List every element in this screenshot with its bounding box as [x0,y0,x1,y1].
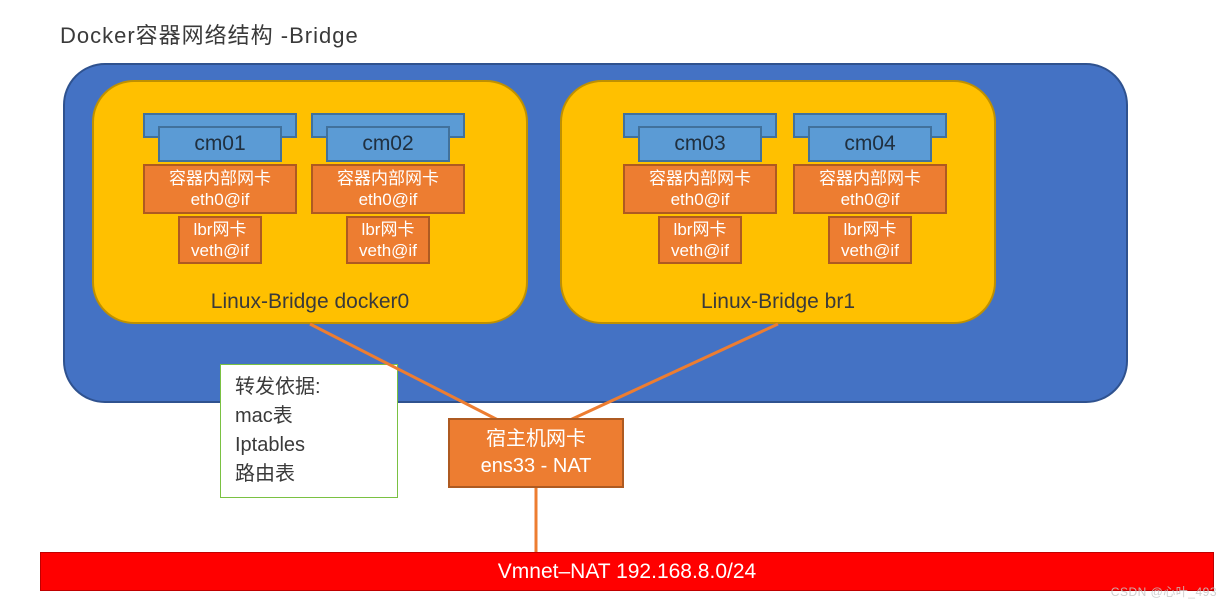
container-nic: 容器内部网卡 eth0@if [793,164,947,214]
host-nic-if: ens33 - NAT [481,453,592,480]
veth-if: veth@if [359,240,417,261]
container-nic: 容器内部网卡 eth0@if [143,164,297,214]
veth-label: lbr网卡 [362,219,415,240]
info-line: 路由表 [235,460,383,489]
container-nic: 容器内部网卡 eth0@if [311,164,465,214]
nic-label: 容器内部网卡 [819,168,921,189]
host-nic-box: 宿主机网卡 ens33 - NAT [448,418,624,488]
diagram-title: Docker容器网络结构 -Bridge [60,18,359,50]
veth-if: veth@if [841,240,899,261]
veth-if: veth@if [671,240,729,261]
container-name: cm01 [158,126,282,162]
veth-if: veth@if [191,240,249,261]
nic-if: eth0@if [359,189,418,210]
nic-if: eth0@if [841,189,900,210]
watermark: CSDN @心叶_493 [1111,583,1217,600]
nic-if: eth0@if [671,189,730,210]
container-name: cm02 [326,126,450,162]
nic-label: 容器内部网卡 [337,168,439,189]
container-veth: lbr网卡 veth@if [346,216,430,264]
container-name: cm03 [638,126,762,162]
nic-if: eth0@if [191,189,250,210]
container-nic: 容器内部网卡 eth0@if [623,164,777,214]
veth-label: lbr网卡 [674,219,727,240]
info-line: 转发依据: [235,373,383,402]
nic-label: 容器内部网卡 [169,168,271,189]
container-name: cm04 [808,126,932,162]
forwarding-info-box: 转发依据: mac表 Iptables 路由表 [220,364,398,498]
bridge-docker0-label: Linux-Bridge docker0 [94,290,526,314]
bridge-br1-label: Linux-Bridge br1 [562,290,994,314]
info-line: Iptables [235,431,383,460]
host-nic-label: 宿主机网卡 [486,426,586,453]
veth-label: lbr网卡 [844,219,897,240]
container-veth: lbr网卡 veth@if [828,216,912,264]
nic-label: 容器内部网卡 [649,168,751,189]
vmnet-bar: Vmnet–NAT 192.168.8.0/24 [40,552,1214,591]
container-veth: lbr网卡 veth@if [658,216,742,264]
veth-label: lbr网卡 [194,219,247,240]
info-line: mac表 [235,402,383,431]
container-veth: lbr网卡 veth@if [178,216,262,264]
